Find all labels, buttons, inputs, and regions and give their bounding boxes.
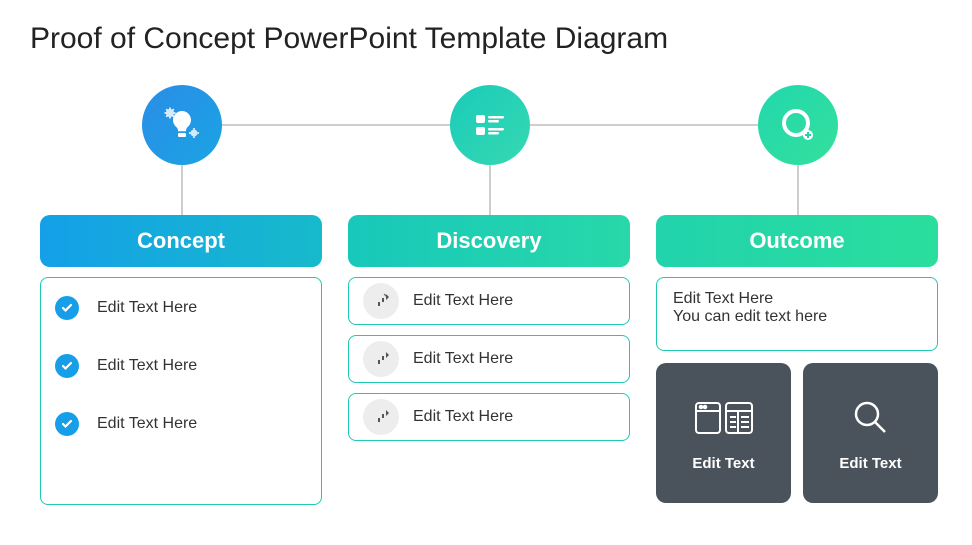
discovery-item-3: Edit Text Here: [413, 408, 513, 426]
concept-circle: [142, 85, 222, 165]
concept-item-1: Edit Text Here: [97, 299, 197, 317]
discovery-circle: [450, 85, 530, 165]
magnify-add-icon: [776, 103, 820, 147]
card-label-1: Edit Text: [692, 455, 754, 472]
discovery-column: Discovery Edit Text Here Edit Text Here …: [348, 215, 630, 441]
list-item: Edit Text Here: [55, 354, 307, 378]
concept-column: Concept Edit Text Here Edit Text Here Ed…: [40, 215, 322, 505]
list-item: Edit Text Here: [55, 296, 307, 320]
concept-item-3: Edit Text Here: [97, 415, 197, 433]
outcome-header: Outcome: [656, 215, 938, 267]
stairs-icon: [363, 341, 399, 377]
concept-item-2: Edit Text Here: [97, 357, 197, 375]
check-icon: [55, 296, 79, 320]
outcome-textbox: Edit Text Here You can edit text here: [656, 277, 938, 351]
discovery-item-2: Edit Text Here: [413, 350, 513, 368]
check-icon: [55, 412, 79, 436]
outcome-card-2: Edit Text: [803, 363, 938, 503]
concept-header: Concept: [40, 215, 322, 267]
list-item: Edit Text Here: [348, 277, 630, 325]
list-item: Edit Text Here: [348, 393, 630, 441]
discovery-header: Discovery: [348, 215, 630, 267]
stairs-icon: [363, 283, 399, 319]
outcome-circle: [758, 85, 838, 165]
outcome-text-1: Edit Text Here: [673, 290, 921, 308]
concept-box: Edit Text Here Edit Text Here Edit Text …: [40, 277, 322, 505]
list-item: Edit Text Here: [55, 412, 307, 436]
outcome-card-1: Edit Text: [656, 363, 791, 503]
list-item: Edit Text Here: [348, 335, 630, 383]
stairs-icon: [363, 399, 399, 435]
list-icon: [470, 105, 510, 145]
discovery-item-1: Edit Text Here: [413, 292, 513, 310]
outcome-text-2: You can edit text here: [673, 308, 921, 326]
card-label-2: Edit Text: [839, 455, 901, 472]
lightbulb-gear-icon: [160, 103, 204, 147]
windows-icon: [692, 395, 756, 441]
check-icon: [55, 354, 79, 378]
outcome-cards: Edit Text Edit Text: [656, 363, 938, 503]
outcome-column: Outcome Edit Text Here You can edit text…: [656, 215, 938, 503]
search-icon: [848, 395, 894, 441]
